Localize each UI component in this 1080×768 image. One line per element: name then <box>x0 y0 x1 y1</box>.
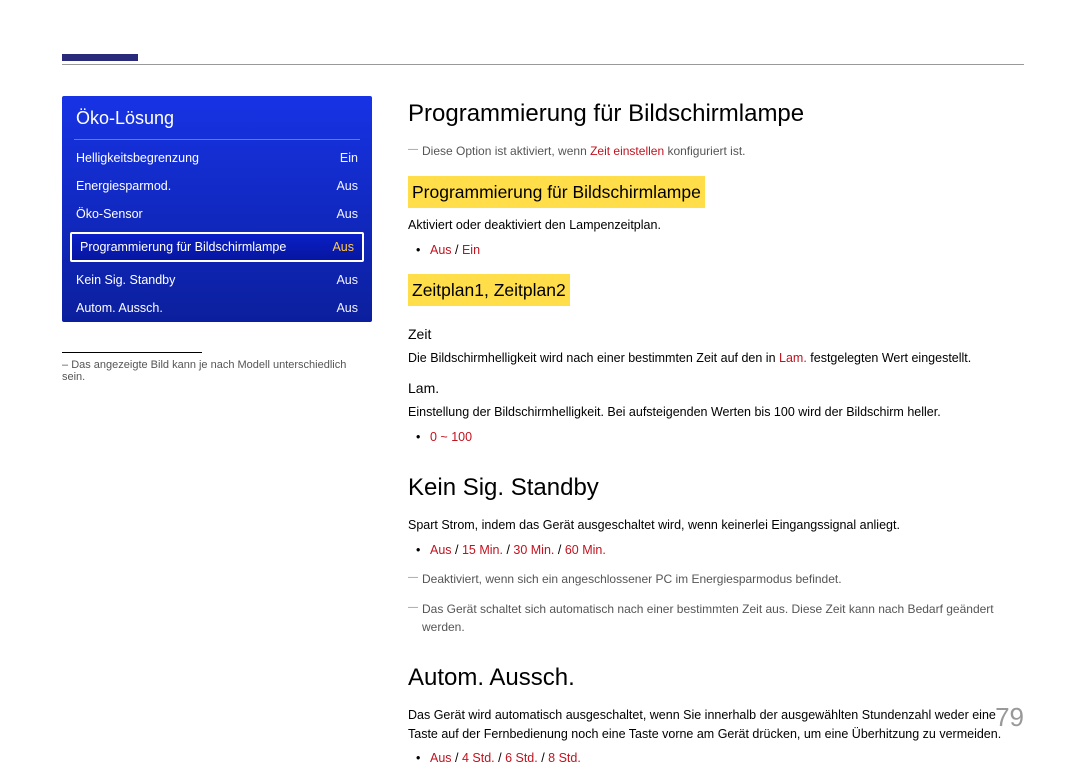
heading-programmierung: Programmierung für Bildschirmlampe <box>408 96 1024 132</box>
osd-menu-item[interactable]: Programmierung für Bildschirmlampe Aus <box>70 232 364 262</box>
osd-menu-item-value: Aus <box>332 240 354 254</box>
subheading-zeitplan: Zeitplan1, Zeitplan2 <box>408 274 570 306</box>
osd-menu-item-label: Autom. Aussch. <box>76 301 163 315</box>
desc-zeit: Die Bildschirmhelligkeit wird nach einer… <box>408 349 1024 368</box>
opt-value: Aus <box>430 543 452 557</box>
note-text-em: Zeit einstellen <box>590 144 664 158</box>
opt-value: 60 Min. <box>565 543 606 557</box>
section-kein-sig-standby: Kein Sig. Standby Spart Strom, indem das… <box>408 470 1024 636</box>
desc-programmierung: Aktiviert oder deaktiviert den Lampenzei… <box>408 216 1024 235</box>
opt-value: Aus <box>430 751 452 765</box>
label-zeit: Zeit <box>408 324 1024 345</box>
opt-value: Aus <box>430 243 452 257</box>
desc-zeit-post: festgelegten Wert eingestellt. <box>807 351 971 365</box>
desc-lam: Einstellung der Bildschirmhelligkeit. Be… <box>408 403 1024 422</box>
osd-menu-title: Öko-Lösung <box>62 96 372 139</box>
opts-kein-sig-standby: Aus / 15 Min. / 30 Min. / 60 Min. <box>408 541 1024 560</box>
opt-value: 0 ~ 100 <box>430 430 472 444</box>
menu-footnote: Das angezeigte Bild kann je nach Modell … <box>62 359 372 383</box>
osd-menu-item[interactable]: Kein Sig. Standby Aus <box>62 266 372 294</box>
osd-menu-item-label: Programmierung für Bildschirmlampe <box>80 240 286 254</box>
desc-zeit-em: Lam. <box>779 351 807 365</box>
opt-value: 30 Min. <box>513 543 554 557</box>
desc-zeit-pre: Die Bildschirmhelligkeit wird nach einer… <box>408 351 779 365</box>
osd-menu-divider <box>74 139 360 140</box>
opt-item: Aus / 4 Std. / 6 Std. / 8 Std. <box>430 749 1024 768</box>
subheading-programmierung: Programmierung für Bildschirmlampe <box>408 176 705 208</box>
section-programmierung: Programmierung für Bildschirmlampe Diese… <box>408 96 1024 446</box>
page-body: Öko-Lösung Helligkeitsbegrenzung Ein Energ… <box>62 96 1024 719</box>
opts-programmierung: Aus / Ein <box>408 241 1024 260</box>
opt-item: 0 ~ 100 <box>430 428 1024 447</box>
osd-menu-item-value: Aus <box>336 301 358 315</box>
note-text-pre: Diese Option ist aktiviert, wenn <box>422 144 590 158</box>
osd-menu-item-label: Öko-Sensor <box>76 207 143 221</box>
osd-menu-item[interactable]: Öko-Sensor Aus <box>62 200 372 228</box>
opt-value: Ein <box>462 243 480 257</box>
osd-menu-item-value: Aus <box>336 273 358 287</box>
opts-lam: 0 ~ 100 <box>408 428 1024 447</box>
opt-value: 15 Min. <box>462 543 503 557</box>
osd-menu-item-value: Ein <box>340 151 358 165</box>
osd-menu-item-value: Aus <box>336 207 358 221</box>
heading-kein-sig-standby: Kein Sig. Standby <box>408 470 1024 506</box>
section-autom-aussch: Autom. Aussch. Das Gerät wird automatisc… <box>408 660 1024 768</box>
opt-value: 8 Std. <box>548 751 581 765</box>
osd-menu-item[interactable]: Autom. Aussch. Aus <box>62 294 372 322</box>
osd-menu-item-label: Helligkeitsbegrenzung <box>76 151 199 165</box>
osd-menu-item[interactable]: Helligkeitsbegrenzung Ein <box>62 144 372 172</box>
header-accent <box>62 54 138 61</box>
footnote-rule <box>62 352 202 353</box>
osd-menu-item-label: Energiesparmod. <box>76 179 171 193</box>
opts-autom-aussch: Aus / 4 Std. / 6 Std. / 8 Std. <box>408 749 1024 768</box>
opt-value: 6 Std. <box>505 751 538 765</box>
osd-menu-item-value: Aus <box>336 179 358 193</box>
opt-item: Aus / Ein <box>430 241 1024 260</box>
osd-menu-item[interactable]: Energiesparmod. Aus <box>62 172 372 200</box>
note-standby-1: Deaktiviert, wenn sich ein angeschlossen… <box>408 570 1024 588</box>
osd-menu-item-label: Kein Sig. Standby <box>76 273 175 287</box>
label-lam: Lam. <box>408 378 1024 399</box>
main-content: Programmierung für Bildschirmlampe Diese… <box>408 96 1024 719</box>
note-standby-2: Das Gerät schaltet sich automatisch nach… <box>408 600 1024 636</box>
left-column: Öko-Lösung Helligkeitsbegrenzung Ein Energ… <box>62 96 372 719</box>
note-zeit-einstellen: Diese Option ist aktiviert, wenn Zeit ei… <box>408 142 1024 160</box>
heading-autom-aussch: Autom. Aussch. <box>408 660 1024 696</box>
desc-autom-aussch: Das Gerät wird automatisch ausgeschaltet… <box>408 706 1024 744</box>
header-rule <box>62 64 1024 65</box>
opt-value: 4 Std. <box>462 751 495 765</box>
opt-item: Aus / 15 Min. / 30 Min. / 60 Min. <box>430 541 1024 560</box>
desc-kein-sig-standby: Spart Strom, indem das Gerät ausgeschalt… <box>408 516 1024 535</box>
page-number: 79 <box>995 702 1024 733</box>
osd-menu: Öko-Lösung Helligkeitsbegrenzung Ein Energ… <box>62 96 372 322</box>
note-text-post: konfiguriert ist. <box>664 144 745 158</box>
